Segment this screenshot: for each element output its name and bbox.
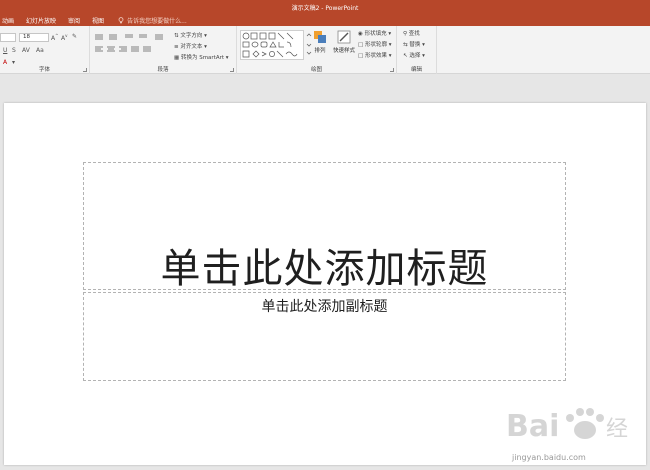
editing-group: ⚲ 查找 ⇆ 替换 ▾ ↖ 选择 ▾ 编辑: [397, 26, 437, 74]
quick-styles-button[interactable]: 快速样式: [331, 30, 357, 54]
font-dialog-launcher-icon[interactable]: [83, 68, 87, 72]
title-placeholder[interactable]: 单击此处添加标题: [83, 162, 566, 292]
drawing-group: 排列 快速样式 ◉ 形状填充 ▾ □ 形状轮廓 ▾ □ 形状效果 ▾ 绘图: [237, 26, 397, 74]
drawing-group-label: 绘图: [310, 67, 322, 73]
title-bar: 演示文稿2 - PowerPoint 动画 幻灯片放映 审阅 视图 告诉我您想要…: [0, 0, 650, 26]
replace-icon: ⇆: [403, 42, 408, 48]
paragraph-dialog-launcher-icon[interactable]: [230, 68, 234, 72]
underline-icon[interactable]: U: [3, 47, 7, 54]
paragraph-format-icons[interactable]: [93, 33, 173, 63]
ribbon: 18 A^ Av ✎ U S AV Aa A ▾ 字体 ⇅ 文字方向 ▾ ≡ 对…: [0, 26, 650, 74]
select-label: 选择: [409, 53, 421, 59]
subtitle-placeholder-text: 单击此处添加副标题: [261, 299, 388, 315]
shape-effects-label: 形状效果: [364, 53, 387, 59]
change-case-icon[interactable]: Aa: [36, 47, 44, 54]
tell-me-box[interactable]: 告诉我您想要做什么...: [110, 16, 187, 25]
paragraph-group-label: 段落: [157, 67, 169, 73]
lightbulb-icon: [118, 17, 124, 24]
quick-styles-icon: [337, 30, 351, 44]
decrease-font-icon[interactable]: Av: [61, 33, 67, 42]
shape-effects-button[interactable]: □ 形状效果 ▾: [358, 51, 391, 59]
increase-font-icon[interactable]: A^: [51, 33, 58, 42]
shapes-gallery-icons: [242, 32, 298, 58]
drawing-dialog-launcher-icon[interactable]: [390, 68, 394, 72]
arrange-label: 排列: [314, 48, 326, 54]
convert-smartart-label: 转换为 SmartArt: [180, 55, 225, 61]
text-direction-label: 文字方向: [180, 33, 203, 39]
align-text-label: 对齐文本: [180, 44, 203, 50]
shape-fill-label: 形状填充: [364, 31, 387, 37]
convert-smartart-button[interactable]: ▦ 转换为 SmartArt ▾: [174, 53, 229, 61]
window-title: 演示文稿2 - PowerPoint: [291, 5, 359, 12]
watermark-url: jingyan.baidu.com: [512, 453, 586, 462]
svg-text:经: 经: [606, 417, 628, 442]
font-group-label: 字体: [38, 67, 50, 73]
editing-group-label: 编辑: [410, 67, 422, 73]
font-size-value: 18: [23, 34, 30, 40]
tell-me-text: 告诉我您想要做什么...: [127, 18, 187, 25]
shape-fill-button[interactable]: ◉ 形状填充 ▾: [358, 29, 391, 37]
replace-button[interactable]: ⇆ 替换 ▾: [403, 40, 425, 48]
tab-review[interactable]: 审阅: [62, 16, 86, 25]
search-icon: ⚲: [403, 31, 408, 37]
select-button[interactable]: ↖ 选择 ▾: [403, 51, 425, 59]
tab-animations[interactable]: 动画: [0, 16, 20, 25]
font-group: 18 A^ Av ✎ U S AV Aa A ▾ 字体: [0, 26, 90, 74]
title-placeholder-text: 单击此处添加标题: [160, 246, 489, 292]
subtitle-placeholder[interactable]: 单击此处添加副标题: [83, 292, 566, 381]
tab-slideshow[interactable]: 幻灯片放映: [20, 16, 62, 25]
shapes-gallery[interactable]: [240, 30, 304, 60]
find-label: 查找: [408, 31, 420, 37]
text-direction-button[interactable]: ⇅ 文字方向 ▾: [174, 31, 207, 39]
align-text-button[interactable]: ≡ 对齐文本 ▾: [174, 42, 207, 50]
cursor-icon: ↖: [403, 53, 408, 59]
font-name-input[interactable]: [0, 33, 16, 42]
ribbon-tabs: 动画 幻灯片放映 审阅 视图 告诉我您想要做什么...: [0, 15, 187, 26]
clear-format-icon[interactable]: ✎: [72, 33, 77, 40]
find-button[interactable]: ⚲ 查找: [403, 29, 420, 37]
svg-text:Bai: Bai: [506, 409, 559, 444]
shape-outline-label: 形状轮廓: [364, 42, 387, 48]
font-size-input[interactable]: 18: [19, 33, 49, 42]
tab-view[interactable]: 视图: [86, 16, 110, 25]
paragraph-group: ⇅ 文字方向 ▾ ≡ 对齐文本 ▾ ▦ 转换为 SmartArt ▾ 段落: [90, 26, 237, 74]
arrange-button[interactable]: 排列: [311, 30, 329, 54]
strikethrough-icon[interactable]: S: [12, 47, 16, 54]
quick-styles-label: 快速样式: [332, 48, 355, 54]
watermark-logo: Bai 经: [506, 408, 628, 444]
shape-outline-button[interactable]: □ 形状轮廓 ▾: [358, 40, 391, 48]
char-spacing-icon[interactable]: AV: [22, 47, 30, 54]
arrange-icon: [314, 31, 326, 43]
replace-label: 替换: [409, 42, 421, 48]
